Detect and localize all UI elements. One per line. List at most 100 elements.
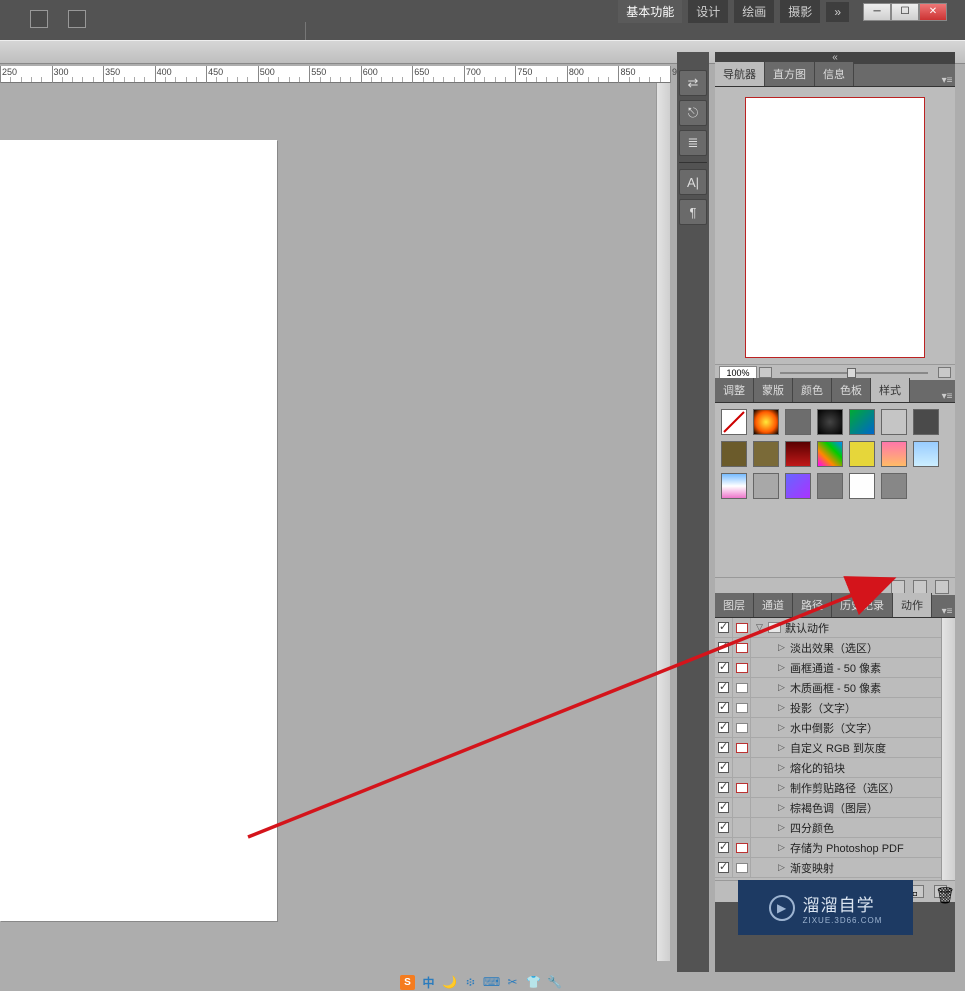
list-icon[interactable]: ≣ bbox=[679, 130, 707, 156]
action-toggle[interactable] bbox=[718, 862, 729, 873]
wrench-icon[interactable]: 🔧 bbox=[547, 975, 562, 990]
style-swatch-purple-bev[interactable] bbox=[785, 473, 811, 499]
action-set-dialog-toggle[interactable] bbox=[736, 623, 748, 633]
style-swatch-olive[interactable] bbox=[721, 441, 747, 467]
action-toggle[interactable] bbox=[718, 782, 729, 793]
action-dialog-toggle[interactable] bbox=[736, 843, 748, 853]
usb-icon[interactable]: ⎋ bbox=[679, 100, 707, 126]
disclosure-triangle-icon[interactable]: ▷ bbox=[777, 763, 786, 772]
disclosure-triangle-icon[interactable]: ▷ bbox=[777, 803, 786, 812]
action-dialog-toggle[interactable] bbox=[736, 863, 748, 873]
navigator-thumbnail[interactable] bbox=[745, 97, 925, 358]
toolbar-icon-2[interactable] bbox=[68, 10, 86, 28]
action-item-label[interactable]: 棕褐色调（图层） bbox=[790, 800, 878, 816]
style-swatch-photo[interactable] bbox=[721, 473, 747, 499]
swap-icon[interactable]: ⇄ bbox=[679, 70, 707, 96]
ime-lang-icon[interactable]: 中 bbox=[421, 975, 436, 990]
toolbar-icon-1[interactable] bbox=[30, 10, 48, 28]
disclosure-triangle-icon[interactable]: ▷ bbox=[777, 823, 786, 832]
tab-histogram[interactable]: 直方图 bbox=[765, 62, 815, 86]
clear-style-icon[interactable] bbox=[891, 580, 905, 594]
action-toggle[interactable] bbox=[718, 742, 729, 753]
minimize-button[interactable]: ─ bbox=[863, 3, 891, 21]
shirt-icon[interactable]: 👕 bbox=[526, 975, 541, 990]
style-swatch-lightgray[interactable] bbox=[881, 409, 907, 435]
tab-info[interactable]: 信息 bbox=[815, 62, 854, 86]
disclosure-triangle-icon[interactable]: ▷ bbox=[777, 703, 786, 712]
style-swatch-fire[interactable] bbox=[753, 409, 779, 435]
style-swatch-darkbox[interactable] bbox=[913, 409, 939, 435]
action-item-label[interactable]: 画框通道 - 50 像素 bbox=[790, 660, 881, 676]
action-toggle[interactable] bbox=[718, 762, 729, 773]
delete-style-icon[interactable] bbox=[935, 580, 949, 594]
action-toggle[interactable] bbox=[718, 662, 729, 673]
new-style-icon[interactable] bbox=[913, 580, 927, 594]
action-dialog-toggle[interactable] bbox=[736, 683, 748, 693]
disclosure-triangle-icon[interactable]: ▽ bbox=[755, 623, 764, 632]
style-swatch-rainbow[interactable] bbox=[817, 441, 843, 467]
action-toggle[interactable] bbox=[718, 682, 729, 693]
action-item-label[interactable]: 淡出效果（选区） bbox=[790, 640, 878, 656]
pilcrow-icon[interactable]: ¶ bbox=[679, 199, 707, 225]
vertical-scrollbar[interactable] bbox=[656, 83, 670, 961]
panel-menu-icon[interactable]: ▾≡ bbox=[939, 75, 955, 86]
tab-channels[interactable]: 通道 bbox=[754, 593, 793, 617]
action-dialog-toggle[interactable] bbox=[736, 743, 748, 753]
workspace-active[interactable]: 基本功能 bbox=[618, 0, 682, 23]
delete-action-icon[interactable]: 🗑 bbox=[934, 885, 947, 898]
tab-actions[interactable]: 动作 bbox=[893, 593, 932, 617]
panel-menu-icon[interactable]: ▾≡ bbox=[939, 606, 955, 617]
document-canvas[interactable] bbox=[0, 140, 277, 921]
action-toggle[interactable] bbox=[718, 642, 729, 653]
disclosure-triangle-icon[interactable]: ▷ bbox=[777, 663, 786, 672]
action-item-label[interactable]: 投影（文字） bbox=[790, 700, 856, 716]
dots-icon[interactable]: ፨ bbox=[463, 975, 478, 990]
tab-color[interactable]: 颜色 bbox=[793, 378, 832, 402]
disclosure-triangle-icon[interactable]: ▷ bbox=[777, 843, 786, 852]
tab-styles[interactable]: 样式 bbox=[871, 378, 910, 402]
action-dialog-toggle[interactable] bbox=[736, 703, 748, 713]
action-item-label[interactable]: 制作剪贴路径（选区） bbox=[790, 780, 900, 796]
close-button[interactable]: ✕ bbox=[919, 3, 947, 21]
action-item-label[interactable]: 自定义 RGB 到灰度 bbox=[790, 740, 886, 756]
style-swatch-noise[interactable] bbox=[753, 473, 779, 499]
style-swatch-gray2[interactable] bbox=[817, 473, 843, 499]
zoom-out-icon[interactable] bbox=[759, 367, 772, 378]
action-toggle[interactable] bbox=[718, 822, 729, 833]
zoom-slider[interactable] bbox=[780, 372, 928, 374]
style-swatch-white[interactable] bbox=[849, 473, 875, 499]
action-item-label[interactable]: 水中倒影（文字） bbox=[790, 720, 878, 736]
disclosure-triangle-icon[interactable]: ▷ bbox=[777, 643, 786, 652]
canvas-area[interactable] bbox=[0, 83, 670, 961]
workspace-chip[interactable]: 绘画 bbox=[734, 0, 774, 23]
workspace-chip[interactable]: 摄影 bbox=[780, 0, 820, 23]
tab-layers[interactable]: 图层 bbox=[715, 593, 754, 617]
maximize-button[interactable]: ☐ bbox=[891, 3, 919, 21]
tab-navigator[interactable]: 导航器 bbox=[715, 62, 765, 86]
tab-mask[interactable]: 蒙版 bbox=[754, 378, 793, 402]
tab-adjust[interactable]: 调整 bbox=[715, 378, 754, 402]
action-toggle[interactable] bbox=[718, 842, 729, 853]
disclosure-triangle-icon[interactable]: ▷ bbox=[777, 723, 786, 732]
style-swatch-gray[interactable] bbox=[785, 409, 811, 435]
action-toggle[interactable] bbox=[718, 702, 729, 713]
vertical-text-icon[interactable]: A| bbox=[679, 169, 707, 195]
action-item-label[interactable]: 存储为 Photoshop PDF bbox=[790, 840, 904, 856]
action-toggle[interactable] bbox=[718, 802, 729, 813]
tab-swatches[interactable]: 色板 bbox=[832, 378, 871, 402]
action-item-label[interactable]: 渐变映射 bbox=[790, 860, 834, 876]
workspace-chip[interactable]: 设计 bbox=[688, 0, 728, 23]
tab-history[interactable]: 历史记录 bbox=[832, 593, 893, 617]
disclosure-triangle-icon[interactable]: ▷ bbox=[777, 683, 786, 692]
tab-paths[interactable]: 路径 bbox=[793, 593, 832, 617]
style-swatch-gray3[interactable] bbox=[881, 473, 907, 499]
sogou-ime-icon[interactable]: S bbox=[400, 975, 415, 990]
style-swatch-dark-spot[interactable] bbox=[817, 409, 843, 435]
action-item-label[interactable]: 熔化的铅块 bbox=[790, 760, 845, 776]
tool-icon[interactable]: ✂ bbox=[505, 975, 520, 990]
action-item-label[interactable]: 四分颜色 bbox=[790, 820, 834, 836]
disclosure-triangle-icon[interactable]: ▷ bbox=[777, 743, 786, 752]
style-swatch-olive2[interactable] bbox=[753, 441, 779, 467]
action-dialog-toggle[interactable] bbox=[736, 783, 748, 793]
style-swatch-blue-grad[interactable] bbox=[849, 409, 875, 435]
